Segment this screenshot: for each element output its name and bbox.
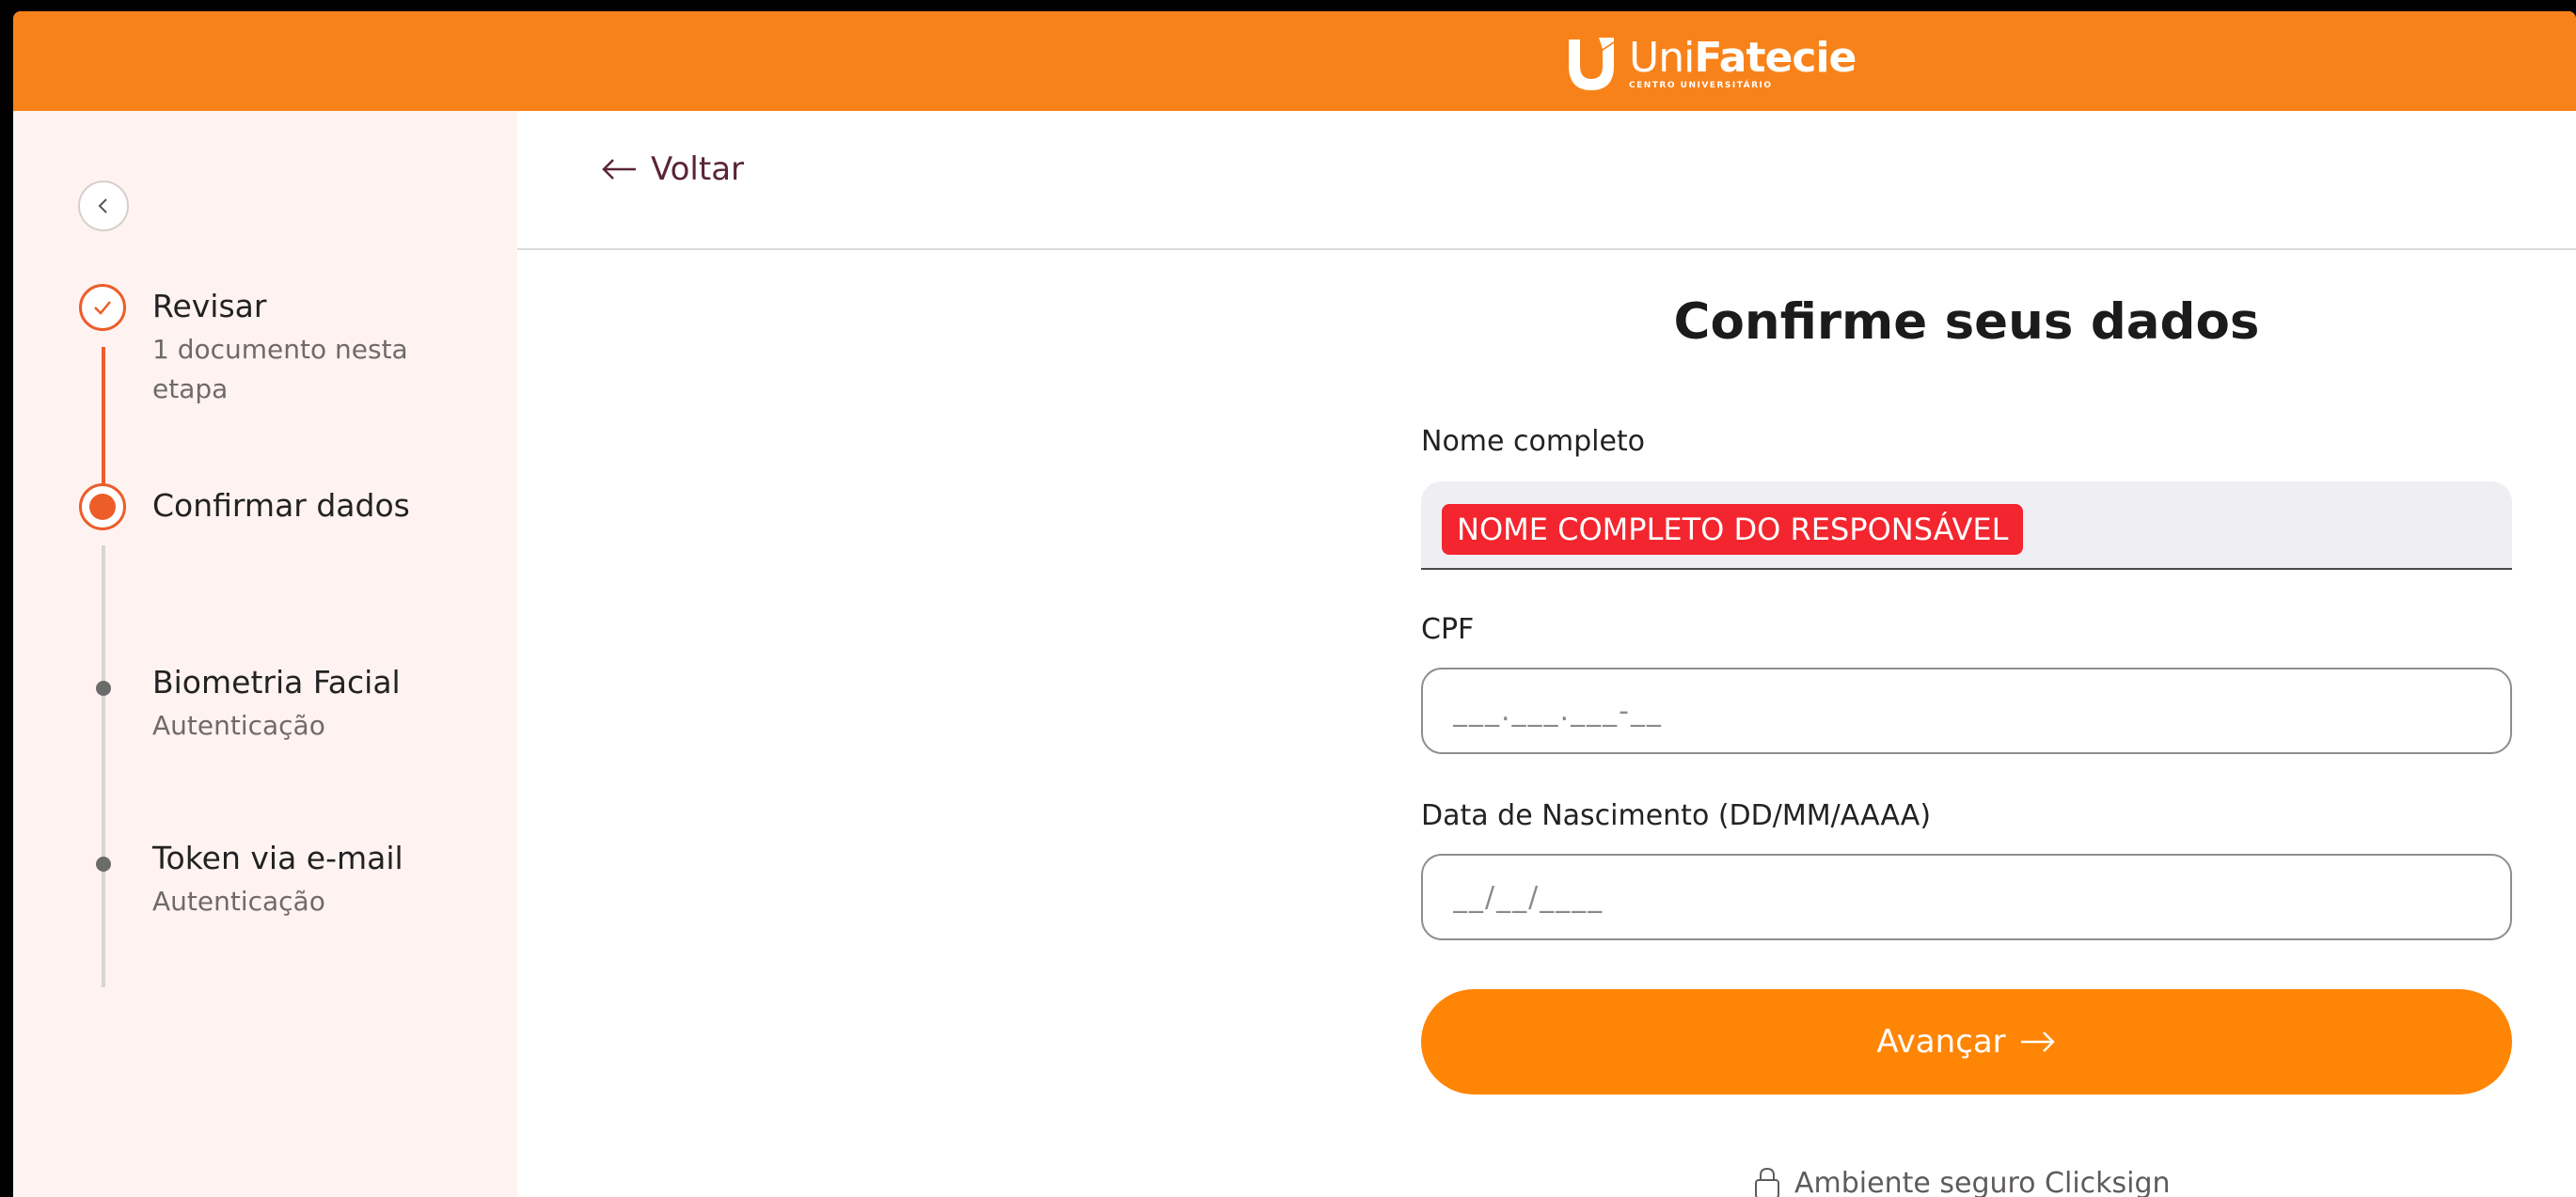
birth-date-input[interactable] [1421, 854, 2512, 940]
back-link[interactable]: Voltar [600, 150, 744, 188]
steps-sidebar: Revisar 1 documento nesta etapa Confirma… [13, 111, 517, 1197]
check-icon [94, 301, 111, 315]
next-button[interactable]: Avançar [1421, 989, 2512, 1095]
step-pending-indicator [96, 681, 111, 696]
chevron-left-icon [98, 198, 107, 213]
step-revisar[interactable]: Revisar 1 documento nesta etapa [152, 288, 453, 409]
step-confirmar-dados[interactable]: Confirmar dados [152, 487, 410, 524]
step-title: Revisar [152, 288, 267, 324]
step-subtitle: Autenticação [152, 886, 325, 917]
arrow-left-icon [602, 159, 636, 180]
name-field[interactable]: NOME COMPLETO DO RESPONSÁVEL [1421, 481, 2512, 570]
secure-text: Ambiente seguro Clicksign [1794, 1166, 2171, 1197]
collapse-sidebar-button[interactable] [78, 181, 129, 231]
step-pending-indicator [96, 857, 111, 872]
step-done-indicator [79, 284, 126, 331]
brand-name: UniFatecie [1629, 34, 1857, 82]
step-subtitle: Autenticação [152, 710, 325, 741]
page-title: Confirme seus dados [1673, 293, 2260, 351]
step-title: Biometria Facial [152, 664, 401, 701]
brand-logo: UniFatecie CENTRO UNIVERSITÁRIO [1561, 26, 1857, 102]
progress-line-pending [102, 545, 105, 987]
brand-subtitle: CENTRO UNIVERSITÁRIO [1629, 81, 1773, 90]
top-bar: UniFatecie CENTRO UNIVERSITÁRIO [13, 11, 2576, 111]
app-window: UniFatecie CENTRO UNIVERSITÁRIO Revisar … [13, 11, 2576, 1197]
secure-environment-note: Ambiente seguro Clicksign [1753, 1166, 2171, 1197]
next-button-label: Avançar [1876, 1023, 2006, 1061]
lock-icon [1755, 1167, 1779, 1197]
back-label: Voltar [651, 150, 745, 188]
main-header: Voltar [517, 111, 2576, 250]
step-active-indicator [79, 483, 126, 530]
name-value: NOME COMPLETO DO RESPONSÁVEL [1442, 504, 2024, 555]
cpf-input[interactable] [1421, 668, 2512, 754]
name-label: Nome completo [1421, 425, 1646, 458]
step-biometria-facial[interactable]: Biometria Facial Autenticação [152, 664, 453, 746]
step-subtitle: 1 documento nesta etapa [152, 334, 408, 404]
cpf-label: CPF [1421, 613, 1475, 646]
birth-date-label: Data de Nascimento (DD/MM/AAAA) [1421, 799, 1932, 832]
step-token-email[interactable]: Token via e-mail Autenticação [152, 840, 453, 921]
step-title: Token via e-mail [152, 840, 403, 876]
unifatecie-logo-icon [1569, 38, 1614, 90]
step-title: Confirmar dados [152, 487, 410, 524]
progress-line-complete [102, 347, 105, 502]
arrow-right-icon [2020, 1032, 2055, 1052]
